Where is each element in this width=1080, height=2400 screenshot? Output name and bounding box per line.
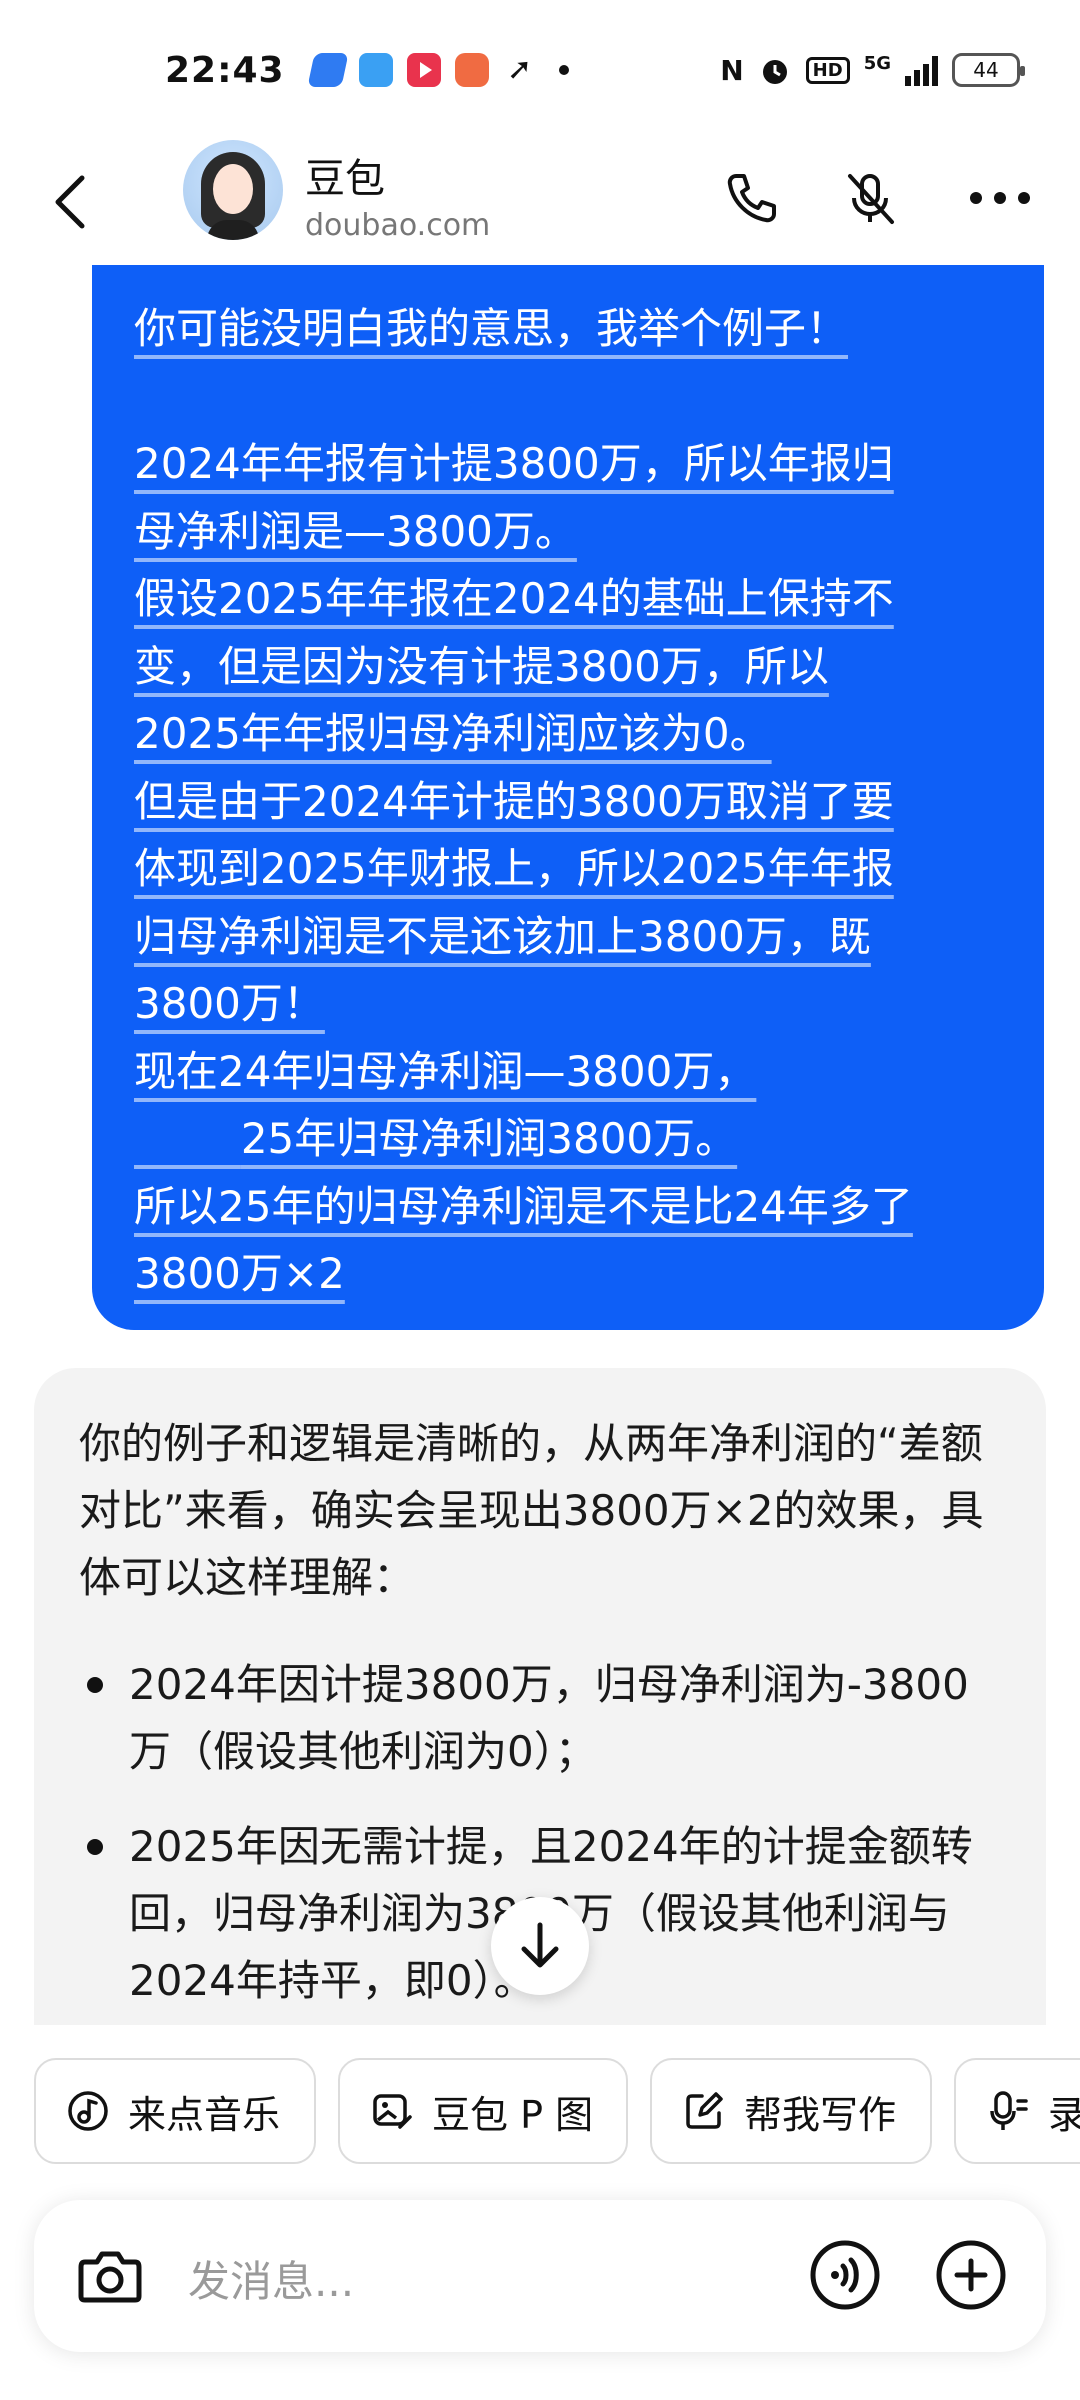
edit-icon (686, 2092, 723, 2129)
call-button[interactable] (712, 158, 792, 238)
notification-icons: ➚ (306, 52, 569, 87)
arrow-down-icon (521, 1922, 559, 1968)
more-icon (970, 192, 1030, 204)
user-message-line: 25年归母净利润3800万。 (134, 1114, 738, 1163)
user-message-line: 你可能没明白我的意思，我举个例子！ (134, 304, 849, 353)
message-input[interactable]: 发消息... (188, 2248, 354, 2309)
user-message-line (134, 363, 1004, 431)
nfc-icon: N (720, 53, 744, 87)
bot-name: 豆包 (305, 156, 385, 202)
microphone-icon (990, 2091, 1028, 2130)
chip-music[interactable]: 来点音乐 (34, 2058, 316, 2164)
camera-button[interactable] (72, 2238, 148, 2314)
system-icons: N HD 5G 44 (720, 53, 1025, 87)
ai-message-bullet: 2024年因计提3800万，归母净利润为-3800万（假设其他利润为0）； (79, 1651, 1001, 1785)
voice-input-button[interactable] (804, 2234, 886, 2316)
user-message-line: 现在24年归母净利润—3800万， (134, 1046, 757, 1096)
avatar[interactable] (183, 140, 283, 240)
chat-header: 豆包 doubao.com (0, 140, 1080, 265)
status-time: 22:43 (165, 49, 285, 91)
chat-messages[interactable]: 你可能没明白我的意思，我举个例子！ 2024年年报有计提3800万，所以年报归 … (0, 265, 1080, 2025)
network-type: 5G (863, 53, 891, 74)
user-message-line: 归母净利润是不是还该加上3800万，既 (134, 911, 871, 961)
chip-label: 录音 (1048, 2084, 1080, 2139)
plus-icon (936, 2240, 1006, 2310)
chip-image-edit[interactable]: 豆包 P 图 (338, 2058, 628, 2164)
back-button[interactable] (40, 162, 100, 242)
add-button[interactable] (930, 2234, 1012, 2316)
mic-off-icon (848, 174, 894, 224)
chip-record[interactable]: 录音 (954, 2058, 1080, 2164)
more-notifications-dot (558, 65, 569, 75)
user-message-bubble[interactable]: 你可能没明白我的意思，我举个例子！ 2024年年报有计提3800万，所以年报归 … (92, 265, 1044, 1330)
music-icon (68, 2091, 108, 2131)
user-message-line: 变，但是因为没有计提3800万，所以 (134, 641, 829, 691)
user-message-line: 2024年年报有计提3800万，所以年报归 (134, 439, 894, 488)
video-icon (406, 53, 441, 87)
plane-icon: ➚ (507, 52, 533, 87)
user-message-line: 所以25年的归母净利润是不是比24年多了 (134, 1181, 913, 1231)
voice-icon (810, 2240, 880, 2310)
chip-label: 来点音乐 (128, 2092, 281, 2137)
status-bar: 22:43 ➚ N HD 5G 44 (0, 0, 1080, 140)
chat-title[interactable]: 豆包 doubao.com (305, 146, 490, 243)
user-message-line: 假设2025年年报在2024的基础上保持不 (134, 574, 894, 623)
camera-icon (78, 2251, 142, 2303)
hd-icon: HD (805, 56, 850, 84)
chip-label: 豆包 P 图 (432, 2092, 594, 2137)
quick-action-chips: 来点音乐 豆包 P 图 帮我写作 录音 (0, 2058, 1080, 2168)
chip-writing[interactable]: 帮我写作 (650, 2058, 932, 2164)
game-icon (454, 53, 489, 87)
alarm-icon (762, 60, 787, 84)
more-options-button[interactable] (960, 158, 1040, 238)
user-message-line: 2025年年报归母净利润应该为0。 (134, 709, 772, 758)
scroll-to-bottom-button[interactable] (491, 1897, 589, 1995)
user-message-line: 3800万！ (134, 979, 325, 1028)
user-message-line: 但是由于2024年计提的3800万取消了要 (134, 776, 894, 826)
app-icon (306, 53, 349, 87)
phone-icon (727, 174, 776, 223)
ai-message-intro: 你的例子和逻辑是清晰的，从两年净利润的“差额对比”来看，确实会呈现出3800万×… (79, 1419, 984, 1602)
battery-icon: 44 (952, 53, 1025, 87)
mute-button[interactable] (830, 158, 910, 238)
user-message-line: 3800万×2 (134, 1249, 345, 1298)
battery-level: 44 (973, 58, 999, 82)
chevron-left-icon (55, 175, 85, 229)
user-message-line: 体现到2025年财报上，所以2025年年报 (134, 844, 894, 893)
bot-domain: doubao.com (305, 208, 491, 243)
message-input-bar: 发消息... (34, 2200, 1046, 2352)
chip-label: 帮我写作 (744, 2092, 897, 2137)
user-message-line: 母净利润是—3800万。 (134, 506, 577, 556)
weather-icon (358, 53, 393, 87)
signal-icon (905, 54, 938, 86)
image-edit-icon (373, 2094, 412, 2129)
